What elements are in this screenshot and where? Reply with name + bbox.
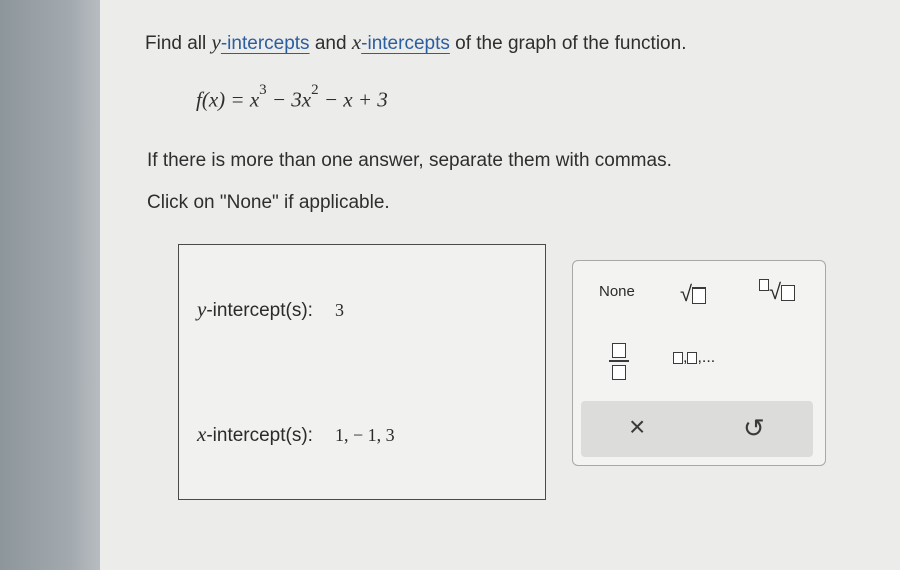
question-line-1: Find all y-intercepts and x-intercepts o… (145, 30, 686, 55)
formula-part: f(x) = x (196, 87, 260, 112)
monitor-bezel (0, 0, 100, 570)
nth-root-icon[interactable]: √ (759, 279, 796, 305)
formula-part: − x + 3 (318, 87, 388, 112)
y-intercept-label: -intercept(s): (206, 300, 313, 321)
denominator-box-icon (612, 365, 626, 380)
x-intercept-label: -intercept(s): (206, 425, 313, 446)
y-variable: y (211, 30, 221, 54)
placeholder-box-icon (759, 279, 769, 291)
function-formula: f(x) = x3 − 3x2 − x + 3 (196, 82, 388, 112)
answer-box[interactable]: y-intercept(s): 3 x-intercept(s): 1, − 1, … (178, 244, 546, 500)
list-suffix: ,... (697, 349, 716, 366)
placeholder-box-icon (781, 285, 796, 302)
formula-exponent: 3 (259, 82, 267, 98)
clear-icon[interactable]: × (629, 411, 645, 443)
y-variable: y (197, 297, 207, 321)
x-variable: x (351, 30, 362, 54)
list-button[interactable]: ,,... (673, 349, 715, 367)
question-line-2: If there is more than one answer, separa… (147, 150, 672, 171)
intercepts-link-y[interactable]: -intercepts (221, 33, 310, 54)
formula-exponent: 2 (311, 82, 319, 98)
palette-action-bar: × ↺ (581, 401, 813, 457)
fraction-icon[interactable] (609, 343, 629, 381)
placeholder-box-icon (692, 286, 707, 304)
formula-part: − 3x (266, 87, 312, 112)
x-variable: x (197, 422, 207, 446)
square-root-icon[interactable]: √ (680, 281, 707, 307)
intercepts-link-x[interactable]: -intercepts (361, 33, 450, 54)
question-line-3: Click on "None" if applicable. (147, 192, 390, 213)
question-text: and (309, 33, 352, 54)
x-intercept-value[interactable]: 1, − 1, 3 (335, 425, 395, 445)
numerator-box-icon (612, 343, 626, 358)
question-text: of the graph of the function. (449, 33, 687, 54)
question-text: Find all (145, 33, 212, 54)
math-palette: None √ √ ,,... × ↺ (572, 260, 826, 466)
y-intercept-value[interactable]: 3 (335, 300, 344, 320)
none-button[interactable]: None (599, 283, 635, 300)
y-intercept-row[interactable]: y-intercept(s): 3 (197, 297, 344, 322)
x-intercept-row[interactable]: x-intercept(s): 1, − 1, 3 (197, 422, 395, 447)
placeholder-box-icon (673, 351, 683, 364)
undo-icon[interactable]: ↺ (743, 413, 765, 444)
fraction-bar (609, 360, 629, 362)
placeholder-box-icon (687, 351, 698, 364)
